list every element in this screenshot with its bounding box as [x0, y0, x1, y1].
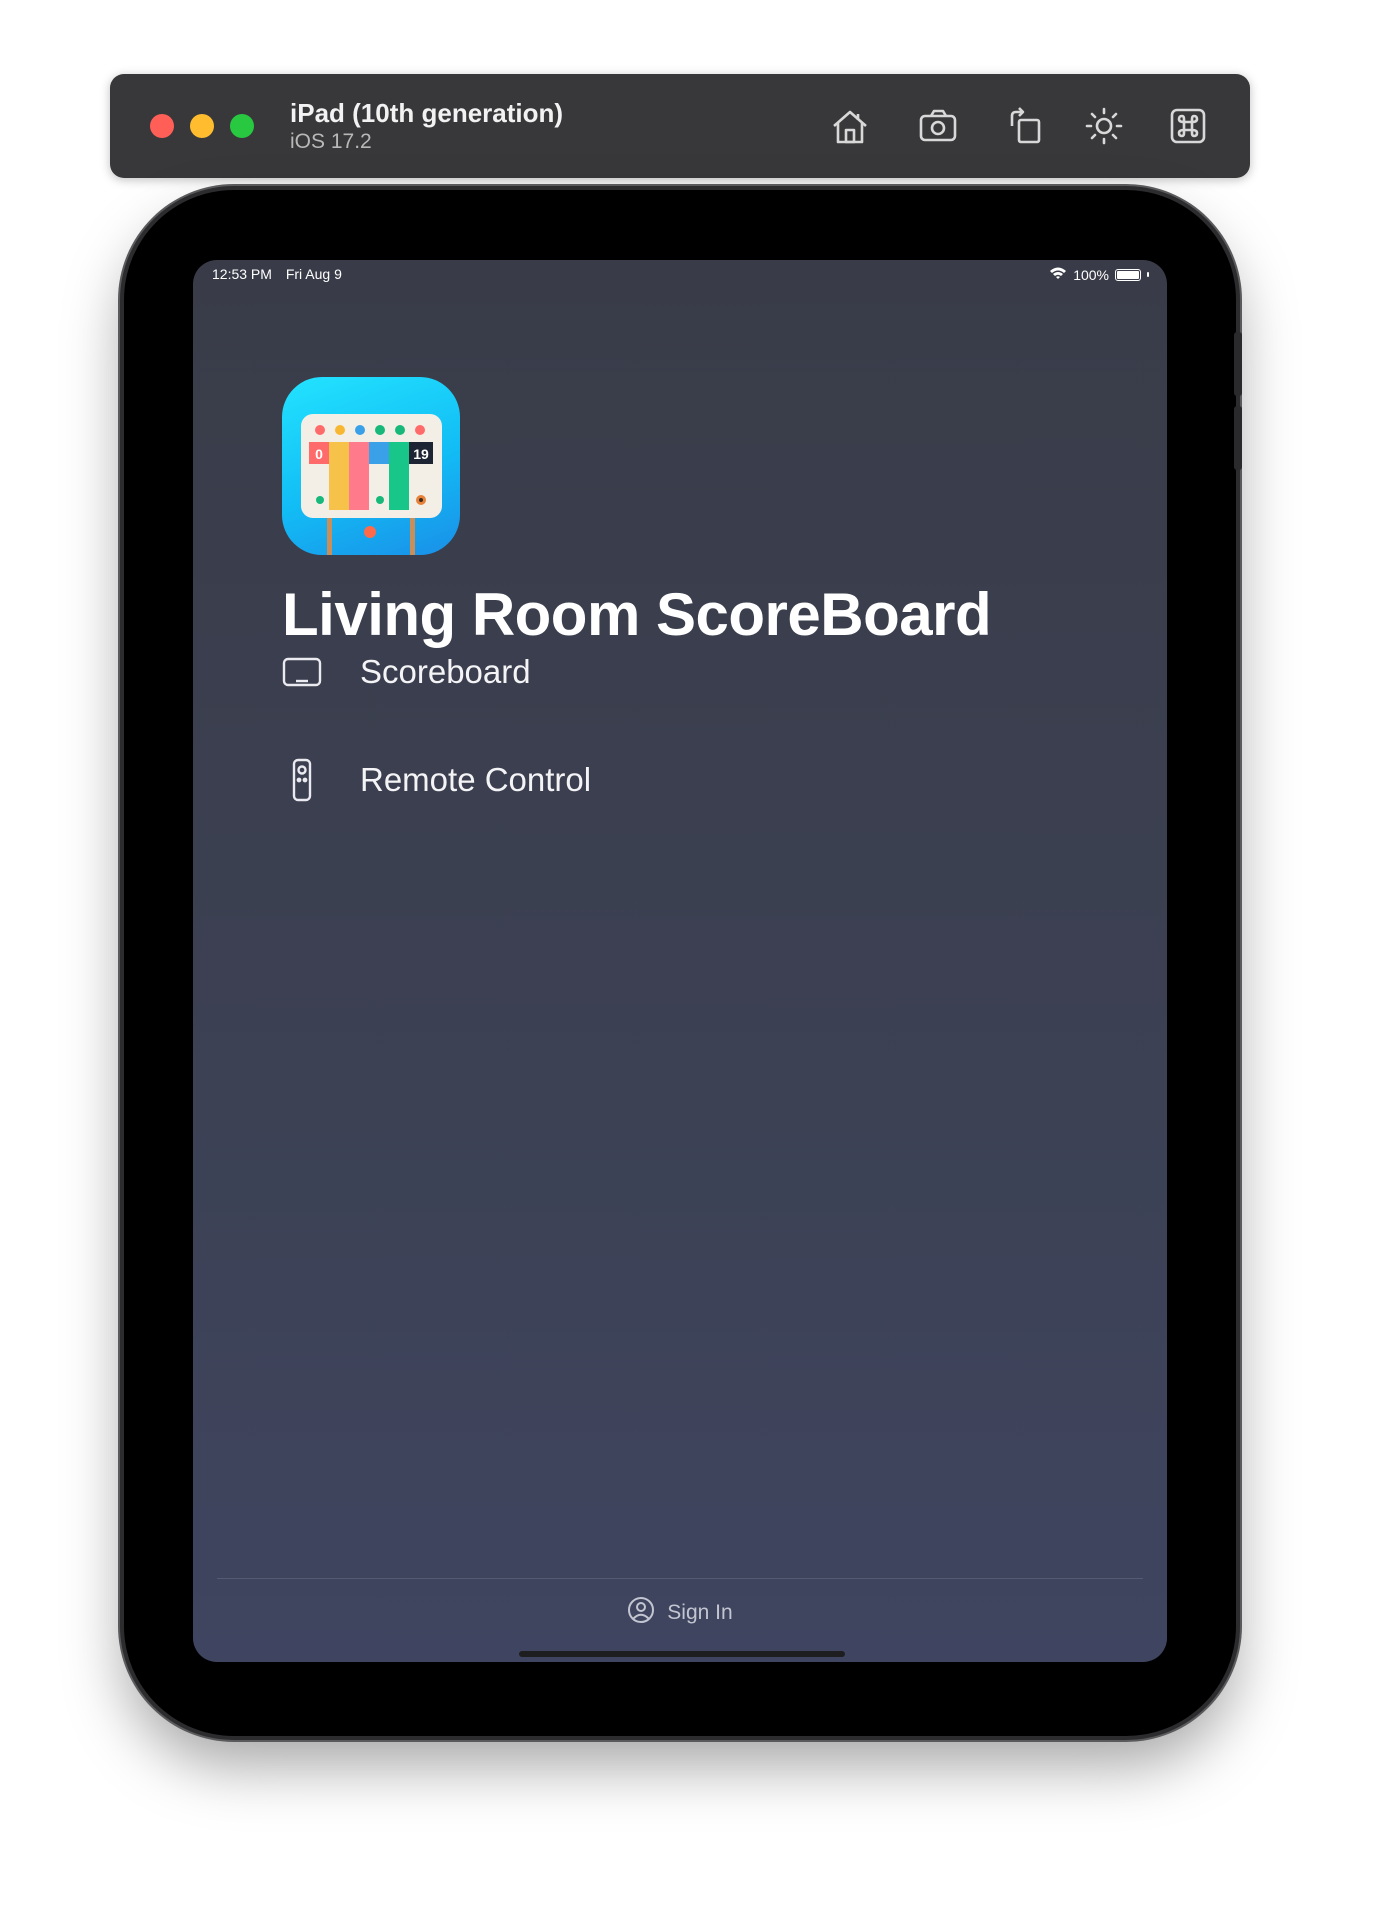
rotate-icon[interactable] [1004, 104, 1048, 148]
app-icon: 0 19 [282, 377, 460, 555]
window-minimize-button[interactable] [190, 114, 214, 138]
home-icon[interactable] [828, 104, 872, 148]
bottom-divider [217, 1578, 1143, 1579]
menu-item-scoreboard[interactable]: Scoreboard [282, 642, 531, 702]
device-name: iPad (10th generation) [290, 98, 564, 128]
ipad-screen: 12:53 PM Fri Aug 9 100% 0 19 Living Room… [193, 260, 1167, 1662]
menu-label-remote-control: Remote Control [360, 761, 592, 798]
battery-percent: 100% [1073, 266, 1109, 283]
screenshot-icon[interactable] [916, 104, 960, 148]
volume-up-button [1234, 332, 1242, 396]
command-icon[interactable] [1166, 104, 1210, 148]
appearance-icon[interactable] [1082, 104, 1126, 148]
sign-in-button[interactable]: Sign In [193, 1596, 1167, 1629]
simulator-toolbar: iPad (10th generation) iOS 17.2 [110, 74, 1250, 178]
remote-icon [282, 757, 322, 803]
status-time: 12:53 PM [212, 266, 272, 282]
wifi-icon [1049, 266, 1067, 283]
person-circle-icon [627, 1596, 655, 1629]
menu-item-remote-control[interactable]: Remote Control [282, 750, 591, 810]
status-date: Fri Aug 9 [285, 266, 342, 282]
status-bar-right: 100% [1049, 266, 1149, 283]
window-close-button[interactable] [150, 114, 174, 138]
tv-icon [282, 649, 322, 695]
app-title: Living Room ScoreBoard [282, 581, 992, 648]
window-zoom-button[interactable] [230, 114, 254, 138]
os-version: iOS 17.2 [290, 130, 372, 153]
battery-tip [1147, 272, 1149, 277]
status-bar-left: 12:53 PM Fri Aug 9 [212, 266, 352, 282]
volume-down-button [1234, 406, 1242, 470]
sign-in-label: Sign In [667, 1600, 733, 1624]
icon-right-score: 19 [413, 446, 429, 462]
battery-icon [1115, 268, 1141, 281]
home-indicator[interactable] [519, 1651, 845, 1657]
icon-left-score: 0 [315, 446, 323, 462]
menu-label-scoreboard: Scoreboard [360, 653, 531, 690]
